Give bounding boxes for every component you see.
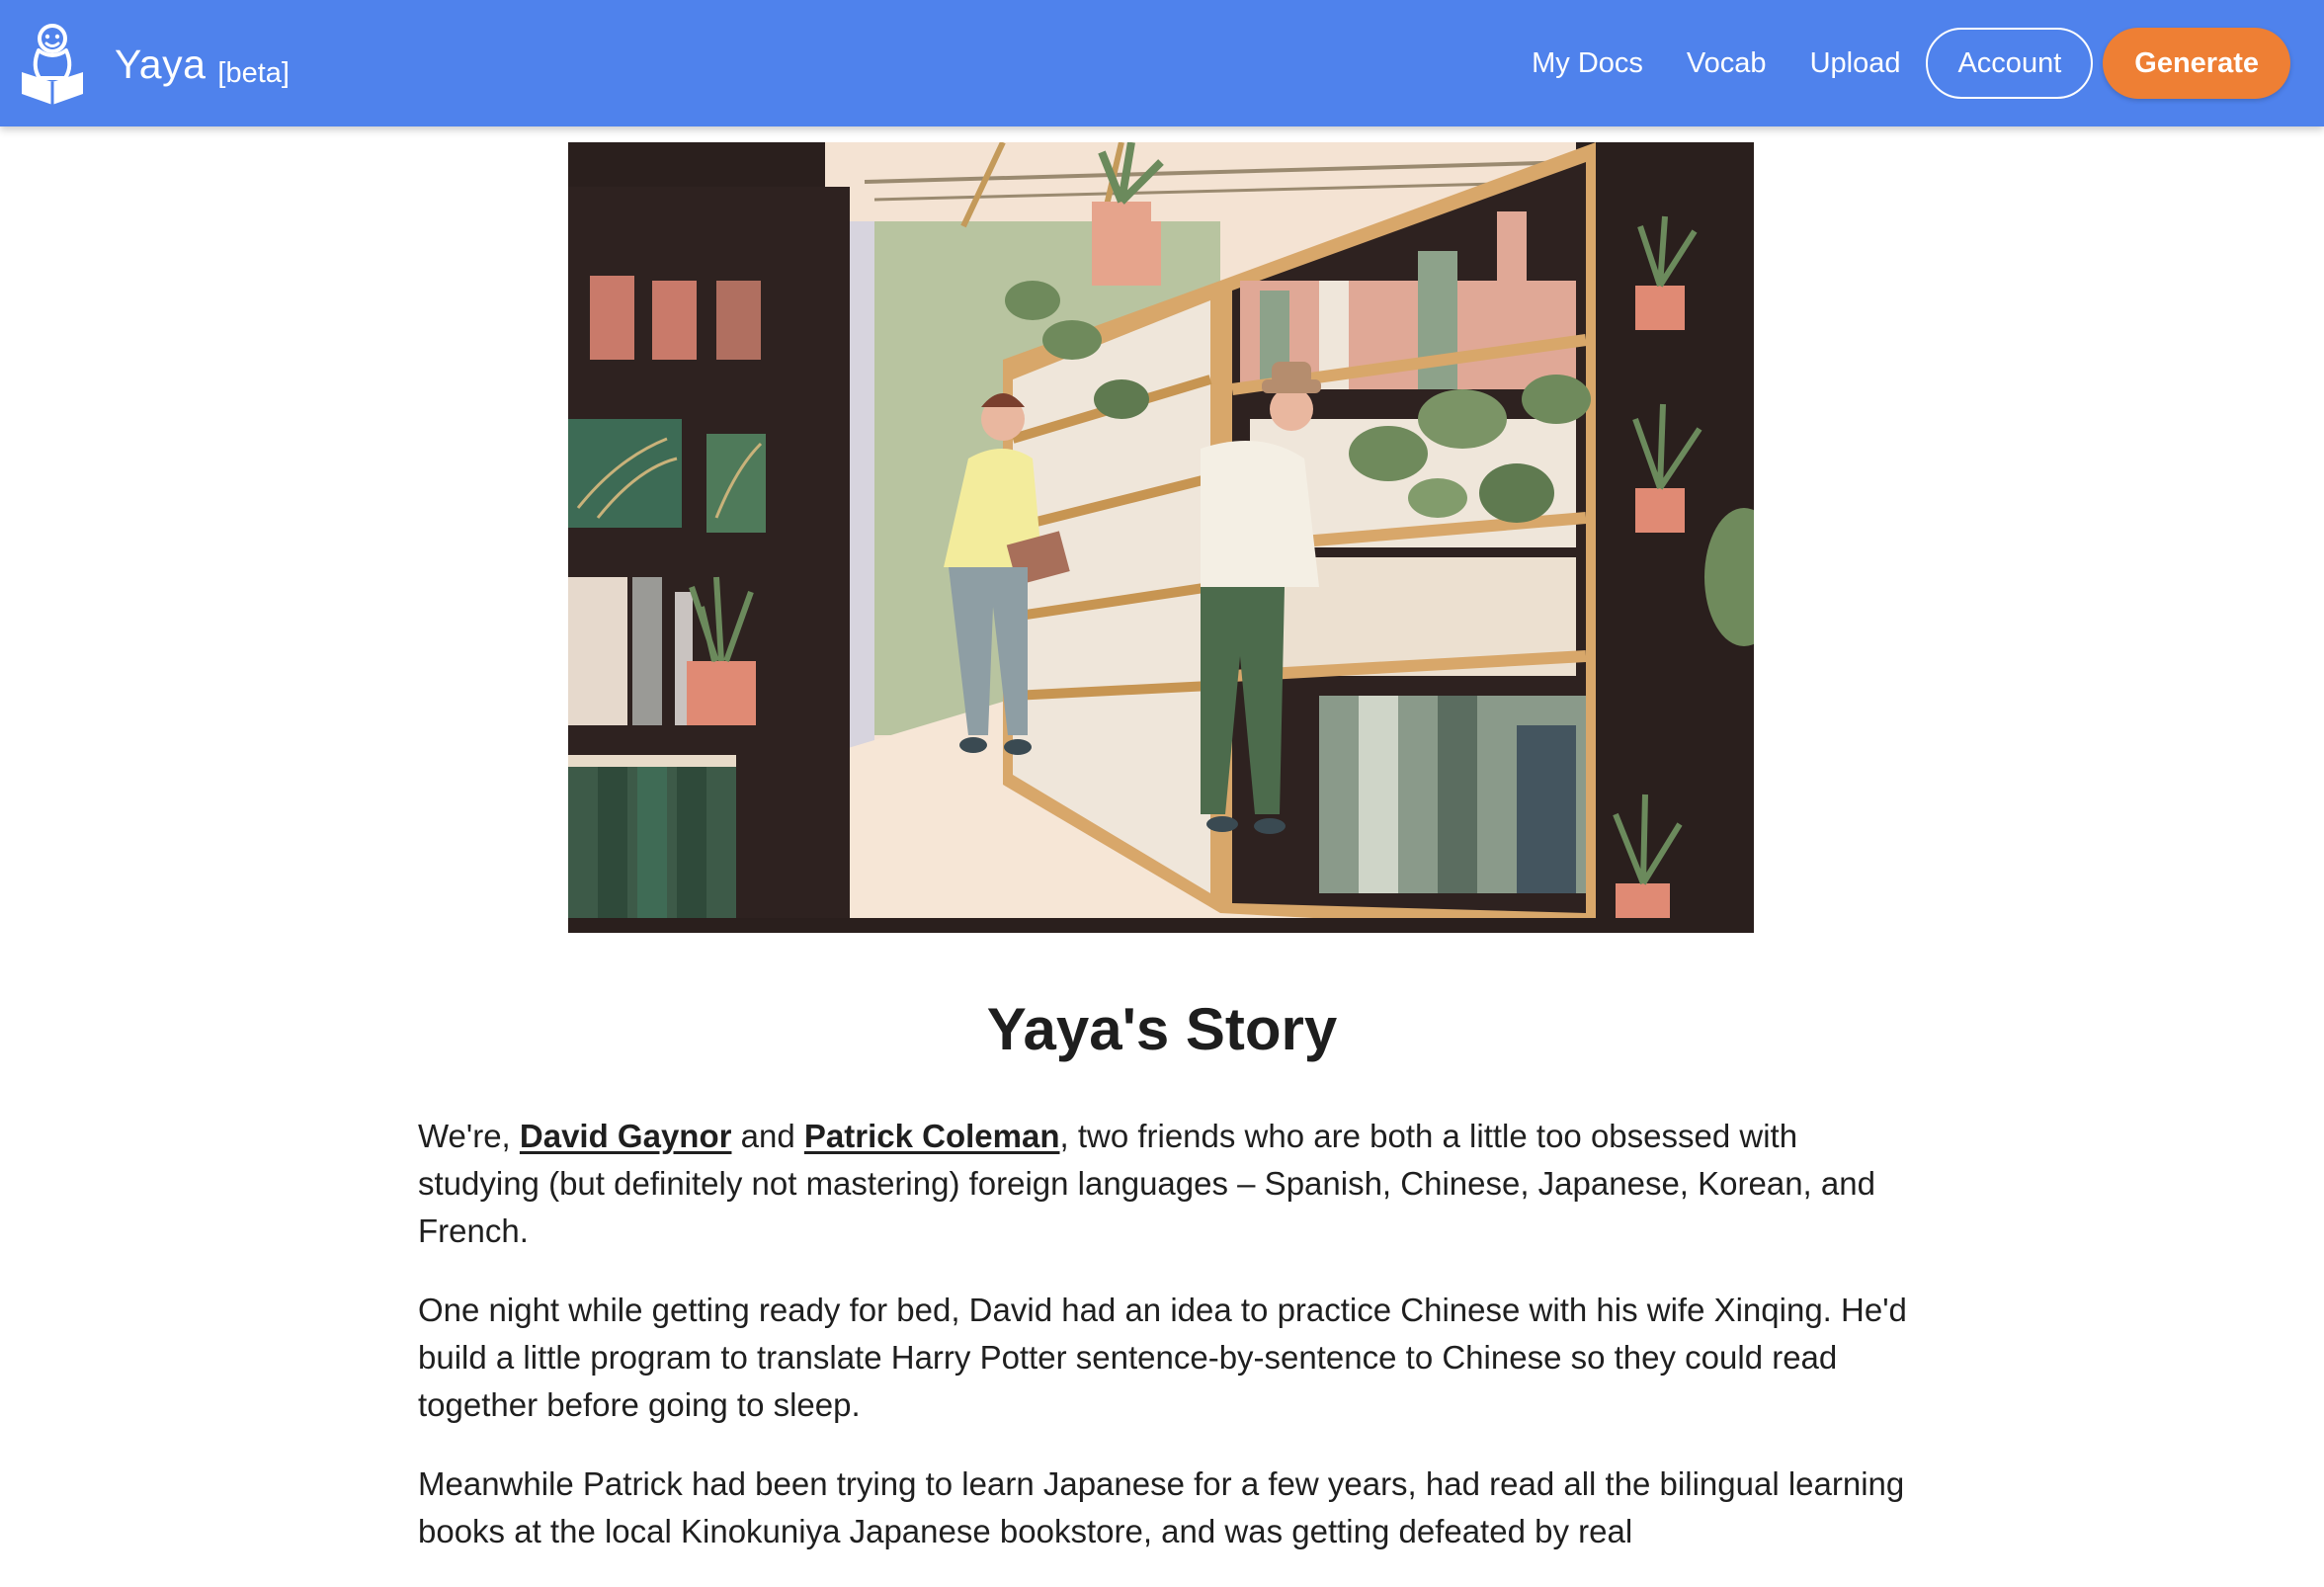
- hero-bookstore-illustration: [568, 142, 1754, 933]
- nav-my-docs[interactable]: My Docs: [1532, 47, 1643, 80]
- beta-tag: [beta]: [217, 56, 290, 89]
- nav-vocab[interactable]: Vocab: [1687, 47, 1767, 80]
- page-title: Yaya's Story: [986, 996, 1338, 1062]
- story-paragraph-2: One night while getting ready for bed, D…: [418, 1292, 1907, 1423]
- patrick-coleman-link[interactable]: Patrick Coleman: [804, 1118, 1060, 1154]
- david-gaynor-link[interactable]: David Gaynor: [520, 1118, 732, 1154]
- p1-between: and: [731, 1118, 804, 1154]
- account-button[interactable]: Account: [1926, 28, 2094, 99]
- brand-name: Yaya: [115, 41, 207, 87]
- brand-home-link[interactable]: Yaya [beta]: [20, 20, 290, 109]
- p1-before: We're,: [418, 1118, 520, 1154]
- nav-upload[interactable]: Upload: [1810, 47, 1901, 80]
- story-paragraph-1: We're, David Gaynor and Patrick Coleman,…: [418, 1113, 1910, 1255]
- top-navbar: Yaya [beta] My Docs Vocab Upload Account…: [0, 0, 2324, 126]
- generate-button[interactable]: Generate: [2103, 28, 2290, 99]
- duck-reading-book-icon: [22, 24, 83, 105]
- story-content: We're, David Gaynor and Patrick Coleman,…: [418, 1113, 1910, 1587]
- story-paragraph-3: Meanwhile Patrick had been trying to lea…: [418, 1465, 1905, 1549]
- nav-links: My Docs Vocab Upload Account Generate: [1532, 28, 2290, 99]
